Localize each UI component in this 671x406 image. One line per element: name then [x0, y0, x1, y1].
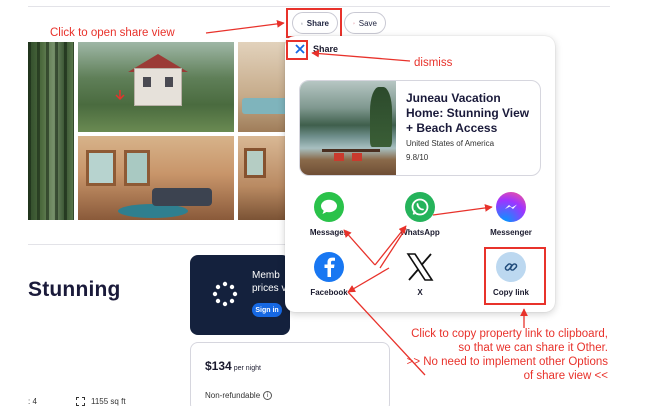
- house-window: [143, 77, 151, 87]
- whatsapp-icon: [405, 192, 435, 222]
- info-icon[interactable]: i: [263, 391, 273, 400]
- x-logo-icon: [405, 252, 435, 282]
- bedroom-count-value: 4: [32, 397, 37, 406]
- share-option-messages[interactable]: Messages: [294, 192, 364, 237]
- property-country: United States of America: [406, 139, 495, 148]
- thumbnail-deck-rail: [322, 149, 380, 152]
- share-button[interactable]: Share: [292, 12, 338, 34]
- room-rug: [118, 204, 188, 218]
- option-label: Messenger: [490, 228, 532, 237]
- share-button-label: Share: [306, 18, 329, 28]
- room-window: [244, 148, 266, 178]
- member-promo-card: Memb prices v Sign in: [190, 255, 290, 335]
- facebook-icon: [314, 252, 344, 282]
- share-icon: [301, 22, 303, 24]
- photo-forest[interactable]: [28, 42, 74, 220]
- thumbnail-chair: [334, 153, 344, 161]
- property-card: Juneau Vacation Home: Stunning View + Be…: [299, 80, 541, 176]
- share-sheet-title: Share: [313, 44, 339, 54]
- area-size: 1155 sq ft: [76, 397, 126, 406]
- share-option-whatsapp[interactable]: WhatsApp: [385, 192, 455, 237]
- share-option-facebook[interactable]: Facebook: [294, 252, 364, 297]
- room-window: [124, 150, 150, 186]
- refund-policy: Non-refundable i: [205, 391, 273, 400]
- photo-house-exterior[interactable]: [78, 42, 234, 132]
- heart-icon: [353, 22, 355, 24]
- option-label: Messages: [309, 228, 349, 237]
- property-thumbnail: [300, 81, 396, 175]
- price-unit: per night: [233, 365, 261, 372]
- member-promo-text: Memb prices v: [252, 270, 287, 294]
- option-label: Facebook: [310, 288, 348, 297]
- area-size-value: 1155 sq ft: [91, 397, 126, 406]
- room-window: [86, 150, 116, 186]
- house-window: [165, 77, 173, 87]
- price-amount: $134: [205, 359, 232, 373]
- sign-in-button[interactable]: Sign in: [252, 303, 282, 317]
- property-rating: 9.8/10: [406, 153, 429, 162]
- refund-text: Non-refundable: [205, 391, 261, 400]
- floorplan-icon: [76, 397, 85, 406]
- save-button[interactable]: Save: [344, 12, 386, 34]
- thumbnail-chair: [352, 153, 362, 161]
- close-icon: [295, 44, 305, 54]
- property-name: Juneau Vacation Home: Stunning View + Be…: [406, 91, 530, 135]
- arrow-to-share: [205, 20, 285, 34]
- thumbnail-tree: [370, 87, 392, 147]
- listing-title: Stunning: [28, 278, 121, 301]
- messenger-icon: [496, 192, 526, 222]
- annotation-open-share: Click to open share view: [50, 27, 175, 39]
- price-card: $134 per night Non-refundable i: [190, 342, 390, 406]
- option-label: X: [417, 288, 423, 297]
- bedroom-count: : 4: [28, 397, 37, 406]
- save-button-label: Save: [358, 18, 377, 28]
- share-option-messenger[interactable]: Messenger: [476, 192, 546, 237]
- annotation-dismiss: dismiss: [414, 57, 453, 69]
- member-logo-icon: [212, 281, 238, 307]
- annotation-copy-link: Click to copy property link to clipboard…: [406, 328, 608, 382]
- option-label: WhatsApp: [400, 228, 440, 237]
- photo-living-room[interactable]: [78, 136, 234, 220]
- house-body: [134, 68, 182, 106]
- messages-icon: [314, 192, 344, 222]
- top-divider: [28, 6, 610, 7]
- nightly-price: $134 per night: [205, 359, 261, 373]
- copy-link-highlight-box: [484, 247, 546, 305]
- share-option-x[interactable]: X: [385, 252, 455, 297]
- close-button[interactable]: [292, 41, 308, 57]
- room-couch: [152, 188, 212, 206]
